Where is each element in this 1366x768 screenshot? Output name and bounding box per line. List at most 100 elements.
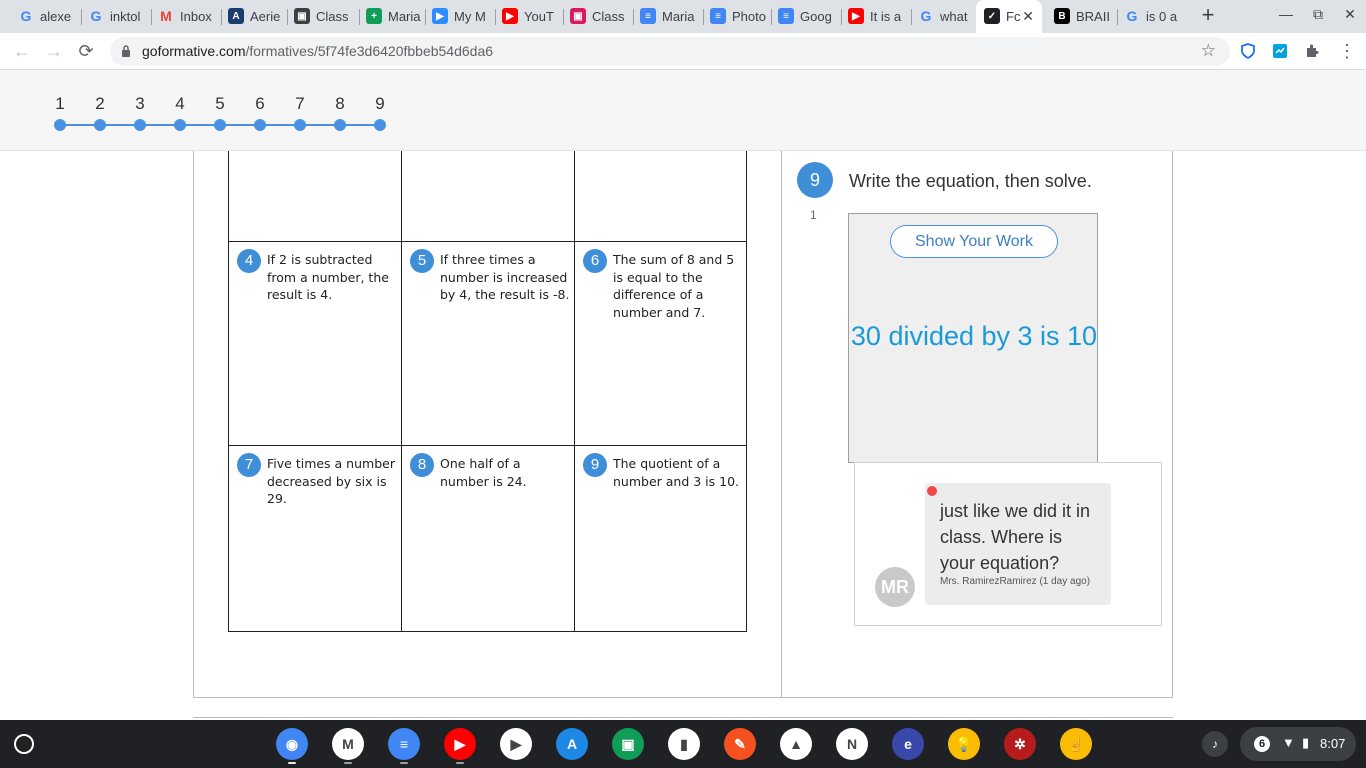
question-number-badge: 9 — [797, 162, 833, 198]
new-tab-icon[interactable]: + — [1196, 4, 1220, 28]
browser-tab[interactable]: M Inbox — [158, 0, 220, 33]
docs-app-icon[interactable]: ≡ — [388, 728, 420, 760]
question-navigation: 1 2 3 4 5 6 7 8 9 — [0, 70, 1366, 151]
running-indicator — [344, 762, 352, 764]
browser-tab[interactable]: ≡ Goog — [778, 0, 840, 33]
status-tray[interactable]: 6 ▼ ▮ 8:07 — [1240, 727, 1356, 761]
browser-tab[interactable]: ≡ Maria — [640, 0, 702, 33]
tab-label: BRAII — [1076, 9, 1110, 24]
question-prompt: Write the equation, then solve. — [849, 171, 1092, 191]
back-arrow-icon[interactable]: ← — [12, 41, 32, 61]
browser-tab[interactable]: ▣ Class — [294, 0, 356, 33]
student-answer-text: 30 divided by 3 is 10 — [850, 321, 1098, 351]
browser-tab[interactable]: ≡ Photo — [710, 0, 772, 33]
question-nav-number: 5 — [215, 94, 225, 113]
question-nav-number: 7 — [295, 94, 305, 113]
red-app-icon[interactable]: ✲ — [1004, 728, 1036, 760]
tab-label: Class — [592, 9, 625, 24]
screencast-extension-icon[interactable] — [1272, 43, 1288, 59]
edge-app-icon[interactable]: e — [892, 728, 924, 760]
restore-icon[interactable]: ⧉ — [1308, 6, 1328, 23]
tab-separator — [495, 9, 496, 25]
tab-label: Inbox — [180, 9, 212, 24]
gmail-app-icon[interactable]: M — [332, 728, 364, 760]
tab-separator — [221, 9, 222, 25]
forward-arrow-icon[interactable]: → — [44, 41, 64, 61]
tab-separator — [633, 9, 634, 25]
google-icon: G — [20, 8, 32, 24]
youtube-icon: ▶ — [848, 8, 864, 24]
shield-extension-icon[interactable] — [1240, 43, 1256, 59]
tab-label: Photo — [732, 9, 766, 24]
question-nav-dot — [254, 119, 266, 131]
chrome-menu-icon[interactable]: ⋮ — [1338, 41, 1356, 62]
browser-tab[interactable]: A Aerie — [228, 0, 286, 33]
tab-separator — [771, 9, 772, 25]
problem-number-badge: 8 — [410, 453, 434, 477]
gmail-icon: M — [160, 8, 172, 24]
table-gridline — [574, 151, 575, 631]
browser-tab[interactable]: ▶ It is a — [848, 0, 910, 33]
problem-number-badge: 6 — [583, 249, 607, 273]
classroom-app-icon[interactable]: ▣ — [612, 728, 644, 760]
nearpod-app-icon[interactable]: N — [836, 728, 868, 760]
bookmark-star-icon[interactable]: ☆ — [1201, 41, 1216, 61]
youtube-app-icon[interactable]: ▶ — [444, 728, 476, 760]
problem-text: The quotient of a number and 3 is 10. — [613, 456, 740, 489]
problem-text: If three times a number is increased by … — [440, 252, 570, 303]
browser-tab[interactable]: ✓ Fc ✕ — [976, 0, 1042, 33]
browser-tab[interactable]: ▶ YouT — [502, 0, 564, 33]
formative-content: 4 If 2 is subtracted from a number, the r… — [0, 151, 1366, 720]
problem-number-badge: 4 — [237, 249, 261, 273]
question-nav-number: 1 — [55, 94, 65, 113]
table-gridline — [401, 151, 402, 631]
play-store-app-icon[interactable]: ▶ — [500, 728, 532, 760]
sheets-icon: + — [366, 8, 382, 24]
tab-label: what — [940, 9, 968, 24]
browser-tab[interactable]: B BRAII — [1054, 0, 1116, 33]
teacher-comment-panel: MR just like we did it in class. Where i… — [854, 462, 1162, 626]
table-gridline — [229, 241, 747, 242]
browser-tab[interactable]: Ginktol — [88, 0, 150, 33]
question-nav-number: 9 — [375, 94, 385, 113]
docs-icon: ≡ — [640, 8, 656, 24]
aeries-icon: A — [228, 8, 244, 24]
audio-icon[interactable]: ♪ — [1202, 731, 1228, 757]
question-nav-number: 8 — [335, 94, 345, 113]
notebook-app-icon[interactable]: ▮ — [668, 728, 700, 760]
tab-label: Maria — [662, 9, 695, 24]
docs-icon: ≡ — [778, 8, 794, 24]
tab-close-icon[interactable]: ✕ — [1022, 8, 1034, 25]
question-nav-dot — [294, 119, 306, 131]
address-bar[interactable]: goformative.com/formatives/5f74fe3d6420f… — [110, 37, 1230, 66]
browser-tab[interactable]: ▶ My M — [432, 0, 494, 33]
table-gridline — [229, 445, 747, 446]
extensions-puzzle-icon[interactable] — [1304, 43, 1320, 59]
brainly-icon: B — [1054, 8, 1070, 24]
show-your-work-canvas[interactable]: Show Your Work 30 divided by 3 is 10 — [848, 213, 1098, 463]
question-nav-number: 4 — [175, 94, 185, 113]
reload-icon[interactable]: ⟳ — [76, 41, 96, 61]
minimize-icon[interactable]: — — [1276, 6, 1296, 22]
url-path: /formatives/5f74fe3d6420fbbeb54d6da6 — [245, 43, 494, 59]
browser-tab[interactable]: Gis 0 a — [1124, 0, 1186, 33]
browser-tab[interactable]: Galexe — [18, 0, 80, 33]
drive-app-icon[interactable]: ▲ — [780, 728, 812, 760]
tab-separator — [359, 9, 360, 25]
tab-label: is 0 a — [1146, 9, 1178, 24]
show-your-work-button[interactable]: Show Your Work — [890, 225, 1058, 258]
pencil-app-icon[interactable]: ✎ — [724, 728, 756, 760]
tab-label: inktol — [110, 9, 141, 24]
launcher-icon[interactable] — [14, 734, 34, 754]
google-icon: G — [920, 8, 932, 24]
chrome-app-icon[interactable]: ◉ — [276, 728, 308, 760]
close-window-icon[interactable]: ✕ — [1340, 6, 1360, 23]
aeries-app-icon[interactable]: A — [556, 728, 588, 760]
browser-tab[interactable]: + Maria — [366, 0, 424, 33]
browser-tab[interactable]: ▣ Class — [570, 0, 632, 33]
tab-separator — [911, 9, 912, 25]
keep-app-icon[interactable]: 💡 — [948, 728, 980, 760]
tab-separator — [287, 9, 288, 25]
browser-tab[interactable]: Gwhat — [918, 0, 976, 33]
touch-app-icon[interactable]: ☝ — [1060, 728, 1092, 760]
